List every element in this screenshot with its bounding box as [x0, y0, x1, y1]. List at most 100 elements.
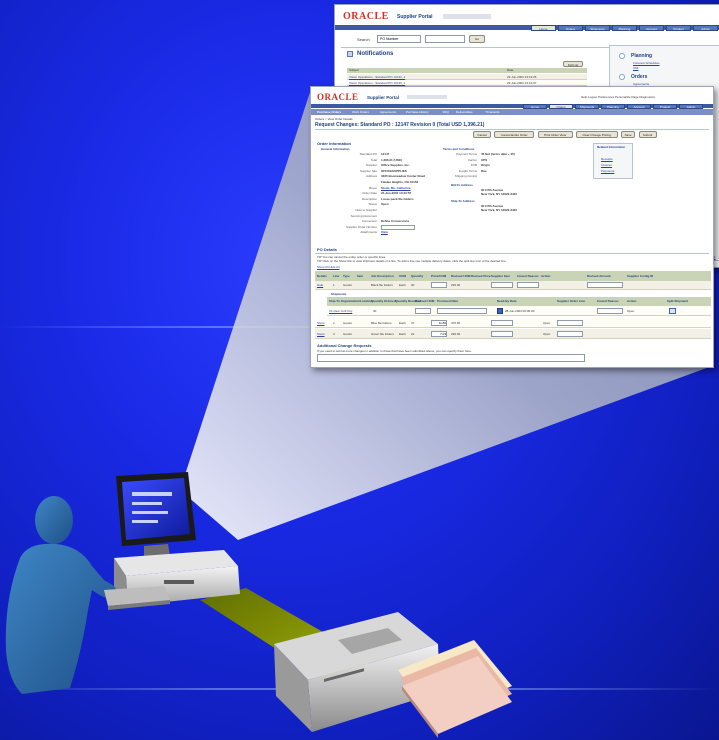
field-value: 1,396.21 (USD): [381, 157, 402, 162]
action-button-2[interactable]: Print Order View: [537, 131, 573, 138]
back-tab-product[interactable]: Product: [666, 25, 691, 31]
search-label: Search: [357, 37, 370, 42]
po-col-header: Item: [357, 274, 364, 278]
term-value: 45 Net (terms date + 45): [481, 152, 515, 156]
cancel-reason-input[interactable]: [557, 331, 583, 337]
ship-location[interactable]: V1-New York City: [329, 309, 352, 313]
action-button-5[interactable]: Submit: [638, 131, 657, 138]
field-value: 21-Jun-2004 13:43:57: [381, 191, 412, 196]
ship-col-header: Need-By Date: [497, 299, 517, 303]
po-col-header: Type: [343, 274, 350, 278]
slide-background: ORACLE Supplier Portal Home Orders Shipmen…: [0, 0, 719, 740]
notification-subject[interactable]: Vision Operations - Standard PO 12132, 1: [349, 75, 405, 79]
ship-qty: 30: [373, 309, 377, 313]
subnav-item[interactable]: Purchase History: [406, 110, 429, 114]
ship-col-header: Revised UOM: [415, 299, 435, 303]
addl-title: Additional Change Requests: [317, 343, 372, 348]
back-tab-account[interactable]: Account: [639, 25, 664, 31]
back-tab-admin[interactable]: Admin: [693, 25, 718, 31]
back-tab-planning[interactable]: Planning: [612, 25, 637, 31]
line-show-toggle[interactable]: Show: [317, 332, 325, 336]
side-section-link[interactable]: Forecast Schedules: [633, 61, 660, 65]
subnav-item[interactable]: Agreements: [380, 110, 396, 114]
line-show-toggle[interactable]: Show: [317, 321, 325, 325]
term-label: FOB: [470, 163, 477, 168]
ship-revised-uom-input[interactable]: [415, 308, 431, 314]
action-button-0[interactable]: Cancel: [473, 131, 492, 138]
supplier-item-input[interactable]: [491, 320, 513, 326]
po-col-header: Supplier Config ID: [627, 274, 654, 278]
side-section-title: Orders: [631, 74, 648, 80]
action-button-4[interactable]: Save: [620, 131, 636, 138]
go-button[interactable]: Go: [469, 35, 485, 43]
paper-stack-icon: [398, 640, 512, 738]
subnav-item[interactable]: Purchase Orders: [317, 110, 341, 114]
revised-amount-input[interactable]: [587, 282, 623, 288]
po-col-header: Cancel Reason: [517, 274, 539, 278]
price-input[interactable]: 7.03: [431, 331, 447, 337]
cancel-reason-input[interactable]: [517, 282, 539, 288]
revised-uom-input[interactable]: [431, 282, 447, 288]
back-tab-home[interactable]: Home: [531, 25, 556, 31]
po-col-header: Supplier Item: [491, 274, 511, 278]
terms-title: Terms and Conditions: [443, 147, 475, 151]
cancel-reason-input[interactable]: [557, 320, 583, 326]
line-type: Goods: [343, 321, 352, 325]
action-button-1[interactable]: Cancel Entire Order: [494, 131, 535, 138]
ship-to-line2: New York, NY 10022-3422: [481, 208, 518, 212]
term-value: UPS: [481, 157, 488, 162]
field-label: Order Date: [362, 191, 377, 196]
supplier-item-input[interactable]: [491, 331, 513, 337]
subnav-item[interactable]: RFQ: [443, 110, 449, 114]
breadcrumb[interactable]: Orders > View Order Details: [315, 117, 353, 121]
additional-changes-textarea[interactable]: [317, 354, 585, 362]
related-link[interactable]: Payments: [601, 169, 614, 173]
back-tab-shipments[interactable]: Shipments: [585, 25, 610, 31]
app-title: Supplier Portal: [397, 14, 433, 20]
po-col-header: Details: [317, 274, 327, 278]
side-section-link[interactable]: VMI: [633, 66, 638, 70]
action-button-3[interactable]: Clear Change Pricing: [575, 131, 618, 138]
po-details-title: PO Details: [317, 247, 338, 252]
field-value: OFFICESUPPLIES: [381, 168, 407, 173]
subnav-item[interactable]: Work Orders: [352, 110, 369, 114]
shipments-title: Shipments: [331, 292, 347, 296]
field-label: Supplier Site: [359, 168, 377, 173]
promised-date-input[interactable]: [437, 308, 487, 314]
back-tab-orders[interactable]: Orders: [558, 25, 583, 31]
ship-cancel-reason-input[interactable]: [597, 308, 623, 314]
bill-to-line2: New York, NY 10022-3422: [481, 192, 518, 196]
notification-date: 23-Jun-2004 13:13:07: [507, 81, 537, 85]
ship-col-header: Quantity Ordered: [371, 299, 396, 303]
notifications-table-header: Subject Date: [347, 68, 587, 73]
notification-subject[interactable]: Vision Operations - Standard PO 12130, 1: [349, 81, 405, 85]
supplier-item-input[interactable]: [491, 282, 513, 288]
line-hide-toggle[interactable]: Hide: [317, 283, 323, 287]
field-label: Conversion: [361, 219, 377, 224]
field-value[interactable]: Stock, Ms. Catherine: [381, 186, 411, 190]
field-value: Define Conversions: [381, 219, 410, 224]
tip-2: TIP Click on the Show link to view shipm…: [317, 259, 507, 263]
line-uom: Each: [399, 321, 406, 325]
line-price: 230.00: [451, 283, 461, 287]
full-list-button[interactable]: Full List: [563, 61, 583, 67]
subnav-item[interactable]: Deliverables: [456, 110, 473, 114]
search-input[interactable]: [425, 35, 465, 43]
field-value[interactable]: View: [381, 230, 388, 234]
subnav-item[interactable]: Timecards: [486, 110, 500, 114]
price-input[interactable]: 11.80: [431, 320, 447, 326]
notifications-title: Notifications: [357, 51, 394, 57]
ship-col-header: Split Shipment: [667, 299, 688, 303]
supplier-order-number-input[interactable]: [381, 224, 415, 230]
split-shipment-icon[interactable]: [669, 308, 676, 314]
term-label: Shipping Control: [454, 174, 477, 179]
search-select[interactable]: PO Number: [377, 35, 421, 43]
calendar-icon[interactable]: [497, 308, 503, 314]
related-link[interactable]: Receipts: [601, 157, 613, 161]
show-all-link[interactable]: Show All Hide All: [317, 265, 340, 269]
order-info-title: Order Information: [317, 141, 352, 146]
related-link[interactable]: Invoices: [601, 163, 612, 167]
global-links[interactable]: Help Logout Preferences Personalize Page…: [581, 95, 655, 99]
field-label: Note to Supplier: [355, 208, 377, 212]
col-date: Date: [507, 68, 514, 72]
